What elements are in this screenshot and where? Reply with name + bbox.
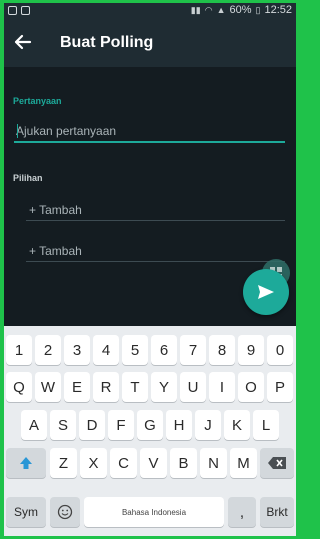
key-i[interactable]: I <box>209 372 235 402</box>
key-o[interactable]: O <box>238 372 264 402</box>
key-8[interactable]: 8 <box>209 335 235 365</box>
comma-key[interactable]: , <box>228 497 256 527</box>
key-h[interactable]: H <box>166 410 192 440</box>
key-3[interactable]: 3 <box>64 335 90 365</box>
question-input[interactable] <box>14 121 285 143</box>
key-q[interactable]: Q <box>6 372 32 402</box>
key-j[interactable]: J <box>195 410 221 440</box>
key-k[interactable]: K <box>224 410 250 440</box>
back-arrow-icon <box>14 34 32 50</box>
choices-label: Pilihan <box>13 173 43 183</box>
key-z[interactable]: Z <box>50 448 77 478</box>
key-v[interactable]: V <box>140 448 167 478</box>
key-l[interactable]: L <box>253 410 279 440</box>
question-label: Pertanyaan <box>13 96 62 106</box>
signal-icon: ▮▮ <box>190 4 201 15</box>
key-4[interactable]: 4 <box>93 335 119 365</box>
key-p[interactable]: P <box>267 372 293 402</box>
key-0[interactable]: 0 <box>267 335 293 365</box>
key-a[interactable]: A <box>21 410 47 440</box>
key-w[interactable]: W <box>35 372 61 402</box>
keyboard-row-2: A S D F G H J K L <box>4 410 296 444</box>
app-bar: Buat Polling <box>4 19 296 67</box>
key-c[interactable]: C <box>110 448 137 478</box>
sym-key[interactable]: Sym <box>6 497 46 527</box>
key-f[interactable]: F <box>108 410 134 440</box>
key-b[interactable]: B <box>170 448 197 478</box>
key-u[interactable]: U <box>180 372 206 402</box>
space-key[interactable]: Bahasa Indonesia <box>84 497 224 527</box>
notification-icon <box>8 6 17 15</box>
key-2[interactable]: 2 <box>35 335 61 365</box>
status-right: ▮▮ ◠ ▲ 60% ▯ 12:52 <box>191 4 292 16</box>
key-e[interactable]: E <box>64 372 90 402</box>
page-title: Buat Polling <box>60 34 154 51</box>
screen: ▮▮ ◠ ▲ 60% ▯ 12:52 Buat Polling Pertanya… <box>4 3 296 536</box>
emoji-key[interactable] <box>50 497 80 527</box>
key-n[interactable]: N <box>200 448 227 478</box>
clock: 12:52 <box>264 4 292 16</box>
keyboard: 1 2 3 4 5 6 7 8 9 0 Q W E R T Y U I O P … <box>4 326 296 536</box>
keyboard-number-row: 1 2 3 4 5 6 7 8 9 0 <box>4 335 296 369</box>
key-x[interactable]: X <box>80 448 107 478</box>
key-5[interactable]: 5 <box>122 335 148 365</box>
backspace-icon <box>268 457 286 469</box>
cell-icon: ▲ <box>216 5 226 15</box>
status-bar: ▮▮ ◠ ▲ 60% ▯ 12:52 <box>4 3 296 19</box>
keyboard-bottom-row: Sym Bahasa Indonesia , Brkt <box>4 497 296 531</box>
option-input-1[interactable] <box>26 199 285 221</box>
key-g[interactable]: G <box>137 410 163 440</box>
enter-key[interactable]: Brkt <box>260 497 294 527</box>
keyboard-row-3: Z X C V B N M <box>4 448 296 482</box>
option-input-2[interactable] <box>26 240 285 262</box>
shift-icon <box>20 457 32 469</box>
backspace-key[interactable] <box>260 448 294 478</box>
shift-key[interactable] <box>6 448 46 478</box>
key-m[interactable]: M <box>230 448 257 478</box>
key-9[interactable]: 9 <box>238 335 264 365</box>
key-1[interactable]: 1 <box>6 335 32 365</box>
key-t[interactable]: T <box>122 372 148 402</box>
emoji-icon <box>57 504 73 520</box>
send-button[interactable] <box>243 269 289 315</box>
key-r[interactable]: R <box>93 372 119 402</box>
send-icon <box>258 285 274 299</box>
back-button[interactable] <box>10 29 36 55</box>
key-y[interactable]: Y <box>151 372 177 402</box>
battery-percent: 60% <box>229 4 252 16</box>
message-icon <box>21 6 30 15</box>
wifi-icon: ◠ <box>204 4 213 15</box>
key-s[interactable]: S <box>50 410 76 440</box>
text-cursor <box>17 124 18 138</box>
key-d[interactable]: D <box>79 410 105 440</box>
battery-icon: ▯ <box>255 4 261 15</box>
keyboard-row-1: Q W E R T Y U I O P <box>4 372 296 406</box>
key-7[interactable]: 7 <box>180 335 206 365</box>
status-left-icons <box>8 4 30 15</box>
key-6[interactable]: 6 <box>151 335 177 365</box>
